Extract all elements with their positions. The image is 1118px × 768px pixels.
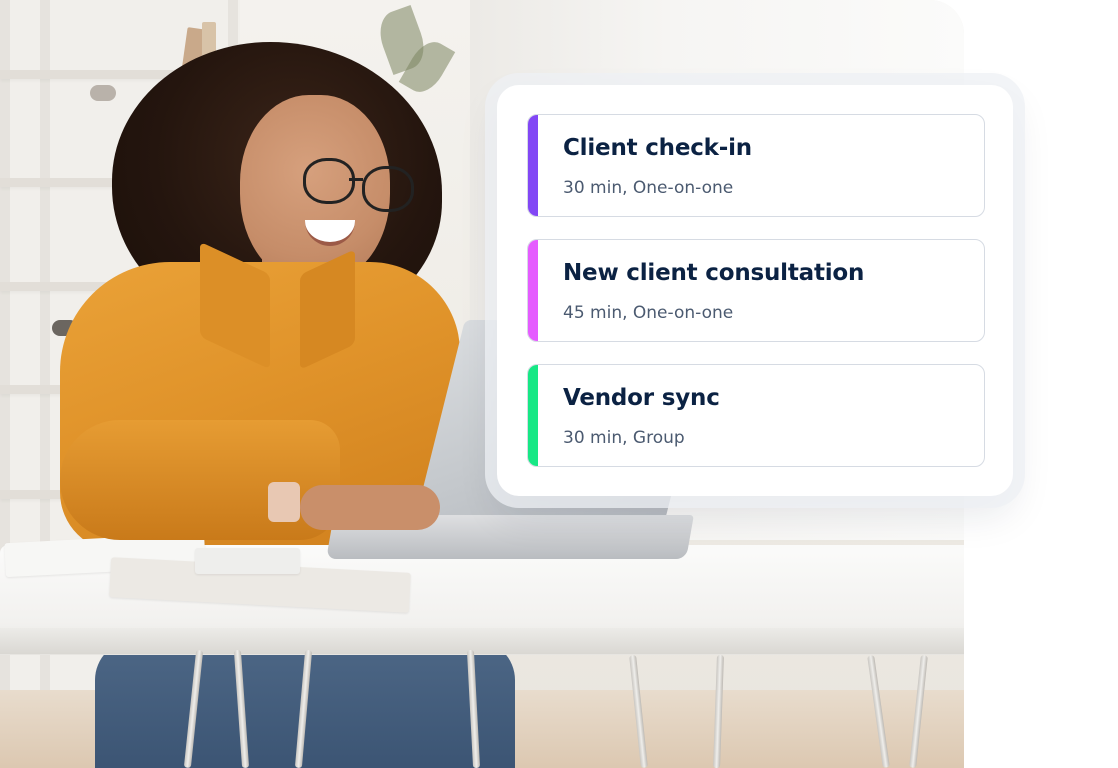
vase xyxy=(90,85,116,101)
event-accent-bar xyxy=(528,115,538,216)
phone xyxy=(195,548,300,574)
glasses-icon xyxy=(303,158,355,204)
event-duration-type: 45 min, One-on-one xyxy=(563,303,734,323)
desk-edge xyxy=(0,628,964,654)
smartwatch xyxy=(268,482,300,522)
event-types-panel: Client check-in 30 min, One-on-one New c… xyxy=(497,85,1013,496)
event-title: New client consultation xyxy=(563,260,865,286)
person-hand xyxy=(300,485,440,530)
event-type-card-client-check-in[interactable]: Client check-in 30 min, One-on-one xyxy=(527,114,985,217)
hero-scene: Client check-in 30 min, One-on-one New c… xyxy=(0,0,1118,768)
glasses-bridge xyxy=(349,178,363,181)
glasses-icon xyxy=(362,166,414,212)
event-type-card-vendor-sync[interactable]: Vendor sync 30 min, Group xyxy=(527,364,985,467)
event-title: Client check-in xyxy=(563,135,752,161)
event-type-card-new-client-consultation[interactable]: New client consultation 45 min, One-on-o… xyxy=(527,239,985,342)
event-title: Vendor sync xyxy=(563,385,720,411)
person-arm xyxy=(60,420,340,540)
event-duration-type: 30 min, Group xyxy=(563,428,685,448)
event-duration-type: 30 min, One-on-one xyxy=(563,178,734,198)
event-type-list: Client check-in 30 min, One-on-one New c… xyxy=(527,114,985,467)
event-accent-bar xyxy=(528,365,538,466)
event-accent-bar xyxy=(528,240,538,341)
